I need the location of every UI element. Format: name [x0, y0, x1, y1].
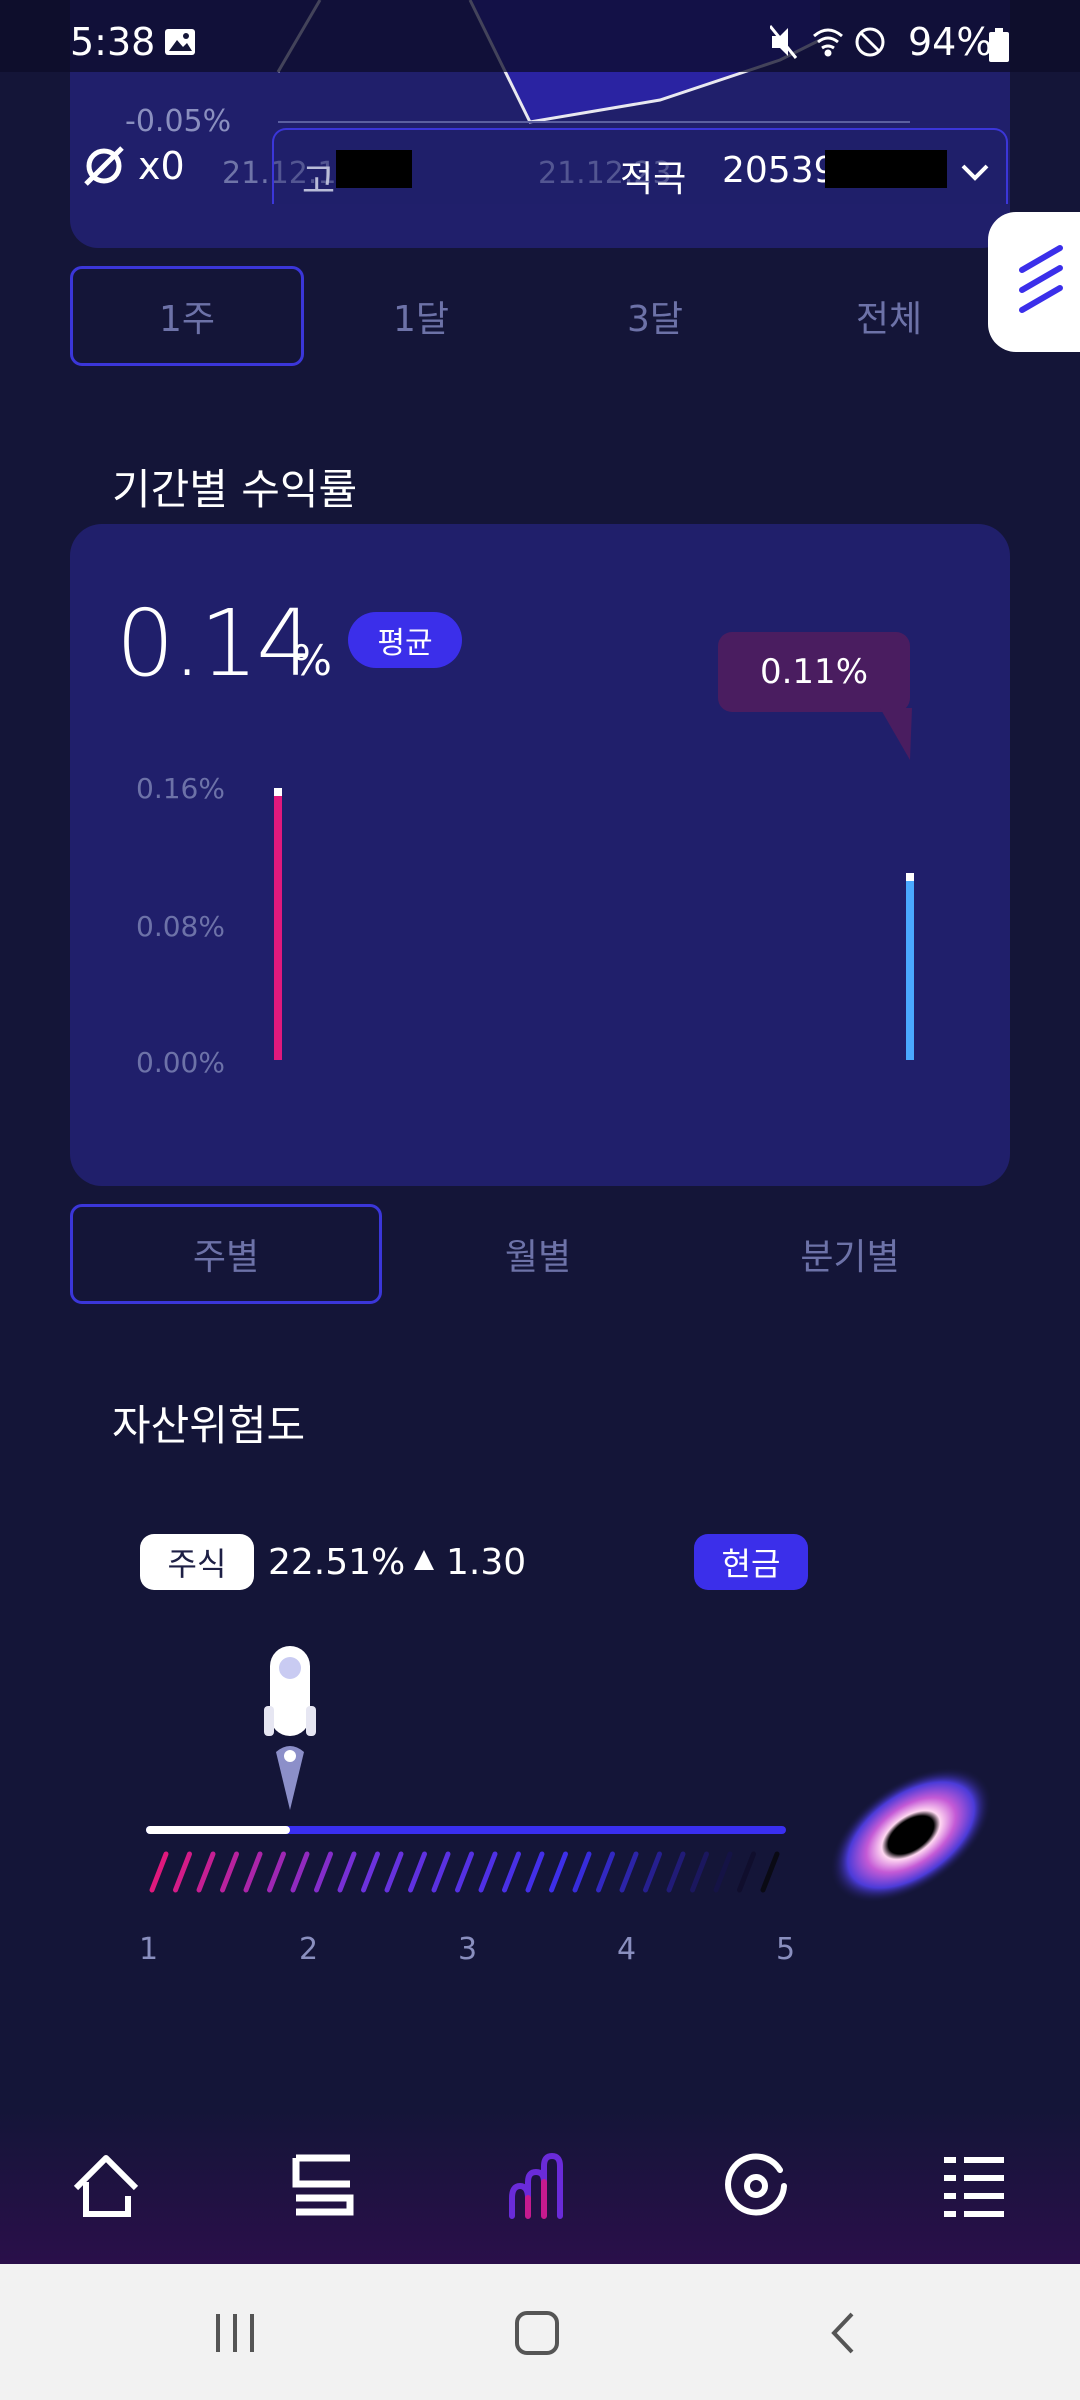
triangle-up-icon [414, 1550, 434, 1570]
mini-chart-y-label: -0.05% [125, 104, 232, 139]
account-type: 적극 [620, 159, 687, 200]
menu-icon[interactable] [940, 2152, 1008, 2220]
hatch-stroke [760, 1851, 780, 1893]
hatch-stroke [243, 1851, 263, 1893]
hatch-stroke [572, 1851, 592, 1893]
hatch-stroke [666, 1851, 686, 1893]
status-time: 5:38 [70, 20, 156, 64]
back-icon[interactable] [818, 2308, 868, 2358]
stock-percentage: 22.51% [268, 1542, 406, 1583]
tab-3-months[interactable]: 3달 [538, 266, 772, 366]
hatch-stroke [431, 1851, 451, 1893]
stock-change: 1.30 [446, 1542, 527, 1583]
risk-scale-label: 1 [139, 1932, 159, 1967]
account-owner: 고 [302, 161, 336, 202]
wifi-icon [813, 28, 843, 57]
mute-icon [770, 25, 798, 59]
tab-monthly[interactable]: 월별 [382, 1204, 694, 1304]
hatch-stroke [361, 1851, 380, 1893]
target-icon[interactable] [722, 2152, 790, 2220]
tab-1-month[interactable]: 1달 [304, 266, 538, 366]
section-title: 자산위험도 [112, 1401, 306, 1450]
cash-badge: 현금 [694, 1534, 808, 1590]
hatch-stroke [643, 1851, 662, 1893]
hatch-stroke [502, 1851, 521, 1893]
hatch-stroke [290, 1851, 310, 1893]
redaction-box [825, 150, 947, 188]
hatch-stroke [384, 1851, 404, 1893]
hatch-stroke [220, 1851, 239, 1893]
battery-percentage: 94% [908, 20, 993, 64]
value-tooltip: 0.11% [718, 632, 910, 712]
risk-scale-label: 4 [617, 1932, 637, 1967]
account-number: 20539 [722, 150, 837, 191]
gallery-icon [165, 29, 195, 55]
hatch-stroke [149, 1851, 169, 1893]
home-button-icon[interactable] [512, 2308, 562, 2358]
risk-level-track [146, 1826, 786, 1834]
risk-scale-label: 3 [458, 1932, 478, 1967]
status-icons [770, 25, 885, 59]
black-hole-illustration [829, 1767, 993, 1903]
hatch-stroke [690, 1851, 709, 1893]
tab-all[interactable]: 전체 [772, 266, 1006, 366]
tab-quarterly[interactable]: 분기별 [694, 1204, 1006, 1304]
do-not-disturb-icon [855, 27, 885, 57]
returns-bar-chart [274, 788, 914, 1060]
home-icon[interactable] [72, 2152, 140, 2220]
hatch-stroke [596, 1851, 615, 1893]
hatch-stroke [173, 1851, 192, 1893]
stripes-menu-icon[interactable] [1016, 240, 1066, 320]
battery-icon [989, 28, 1009, 62]
risk-scale-label: 2 [299, 1932, 319, 1967]
risk-gradient-hatch [149, 1851, 780, 1893]
tooltip-tail [880, 708, 912, 760]
hatch-stroke [455, 1851, 474, 1893]
recent-apps-icon[interactable] [210, 2308, 260, 2358]
hatch-stroke [478, 1851, 498, 1893]
average-return-value: 0.14 [116, 590, 315, 697]
chart-icon[interactable] [506, 2152, 574, 2220]
returns-bar-cap [274, 788, 282, 796]
hatch-stroke [525, 1851, 545, 1893]
empty-set-icon [84, 146, 124, 186]
hatch-stroke [337, 1851, 357, 1893]
redaction-box [336, 150, 412, 188]
hatch-stroke [737, 1851, 756, 1893]
section-title: 기간별 수익률 [112, 465, 358, 514]
chevron-down-icon[interactable] [957, 154, 993, 190]
hatch-stroke [713, 1851, 733, 1893]
tab-1-week[interactable]: 1주 [70, 266, 304, 366]
multiplier-label: x0 [138, 144, 185, 188]
stock-badge: 주식 [140, 1534, 254, 1590]
average-return-unit: % [292, 636, 332, 685]
returns-bar [906, 873, 914, 1060]
tab-weekly[interactable]: 주별 [70, 1204, 382, 1304]
returns-bar-cap [906, 873, 914, 881]
returns-bar [274, 788, 282, 1060]
hatch-stroke [267, 1851, 286, 1893]
rocket-icon [264, 1646, 316, 1810]
hatch-stroke [549, 1851, 568, 1893]
risk-track-fill [146, 1826, 290, 1834]
hatch-stroke [408, 1851, 427, 1893]
average-badge: 평균 [348, 612, 462, 668]
hatch-stroke [314, 1851, 333, 1893]
hatch-stroke [196, 1851, 216, 1893]
hatch-stroke [619, 1851, 639, 1893]
risk-scale-label: 5 [776, 1932, 796, 1967]
list-icon[interactable] [290, 2152, 358, 2220]
